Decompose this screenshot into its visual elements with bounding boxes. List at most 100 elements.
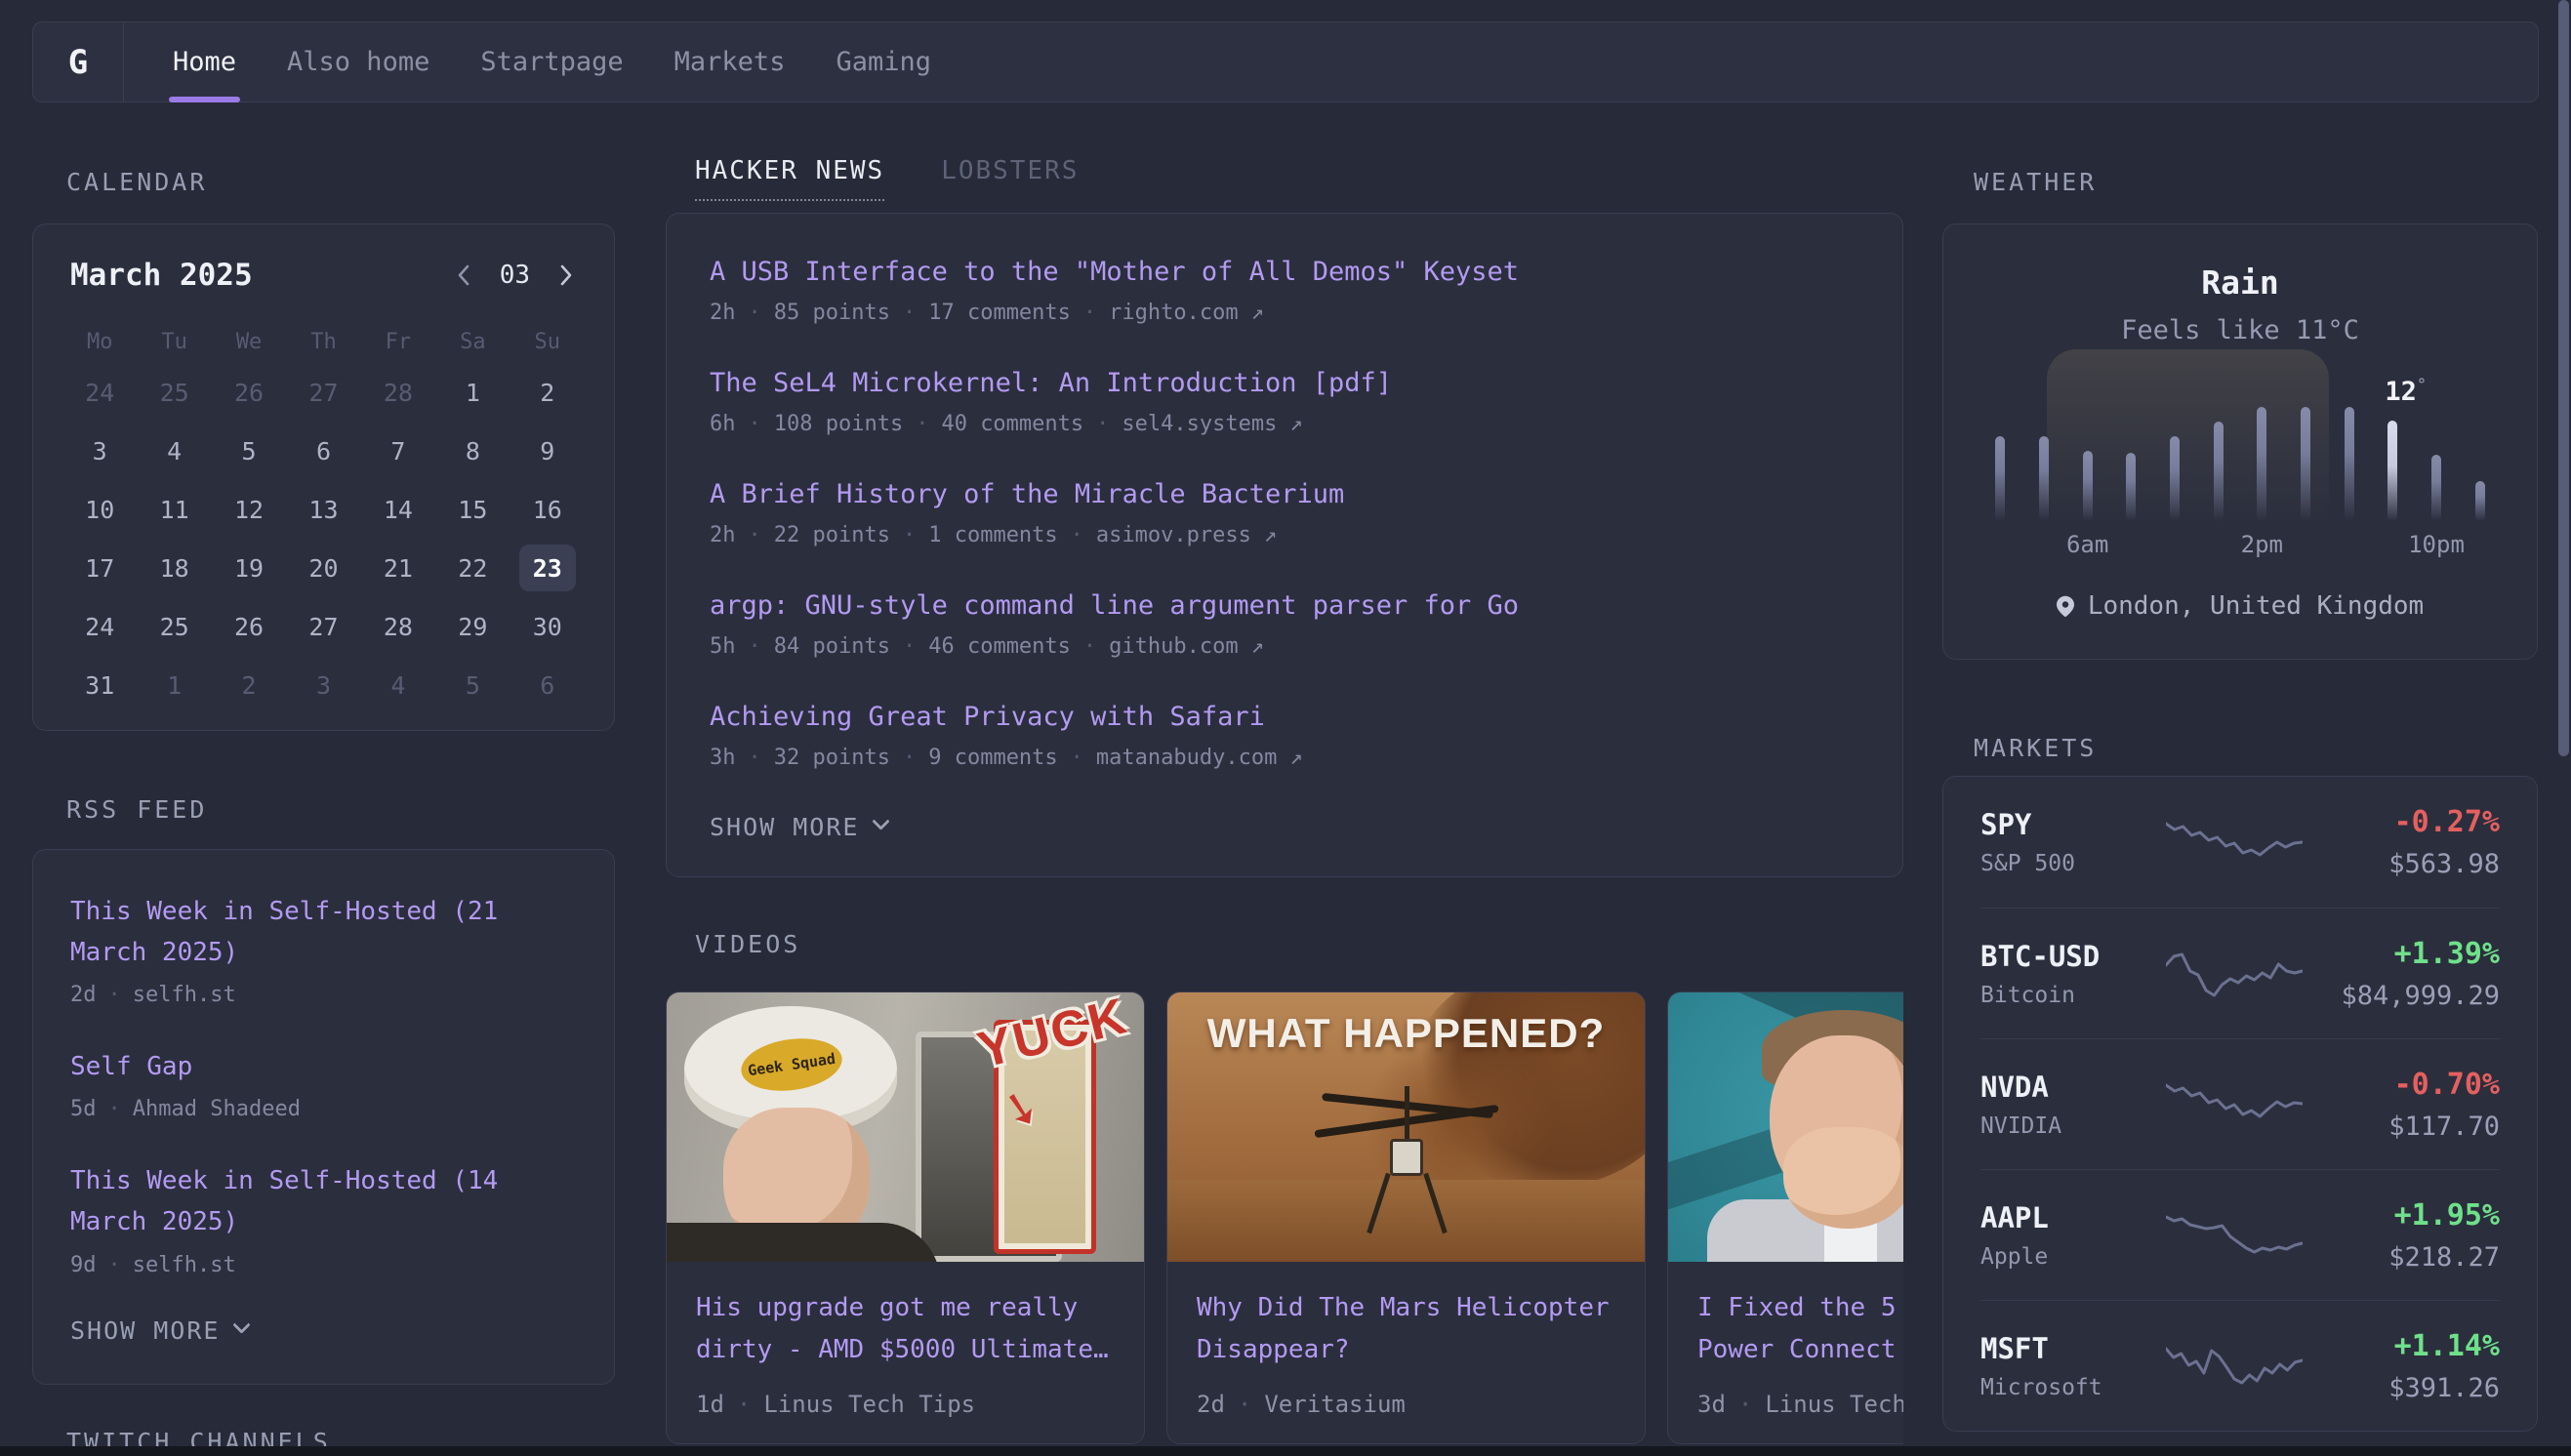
video-title-line[interactable]: Disappear? <box>1197 1329 1615 1371</box>
market-row-btc[interactable]: BTC-USD Bitcoin +1.39% $84,999.29 <box>1980 908 2500 1038</box>
calendar-day[interactable]: 4 <box>361 656 435 714</box>
calendar-day[interactable]: 21 <box>361 539 435 597</box>
video-title-line[interactable]: dirty - AMD $5000 Ultimate… <box>696 1329 1115 1371</box>
market-ticker: BTC-USD <box>1980 940 2154 973</box>
calendar-day[interactable]: 26 <box>212 597 286 656</box>
tab-lobsters[interactable]: LOBSTERS <box>941 156 1079 201</box>
news-item: The SeL4 Microkernel: An Introduction [p… <box>710 368 1859 436</box>
calendar-weekday-label: Sa <box>435 320 510 363</box>
news-item-comments[interactable]: 46 comments <box>928 634 1071 659</box>
news-item-comments[interactable]: 40 comments <box>941 412 1083 436</box>
calendar-day[interactable]: 13 <box>286 480 360 539</box>
calendar-day[interactable]: 27 <box>286 597 360 656</box>
calendar-month-number: 03 <box>500 261 530 290</box>
calendar-day[interactable]: 1 <box>435 363 510 422</box>
calendar-day[interactable]: 12 <box>212 480 286 539</box>
calendar-day[interactable]: 15 <box>435 480 510 539</box>
rss-item-title[interactable]: This Week in Self-Hosted (21 March 2025) <box>70 891 577 973</box>
calendar-day[interactable]: 14 <box>361 480 435 539</box>
calendar-day[interactable]: 17 <box>62 539 137 597</box>
calendar-weekday-label: Th <box>286 320 360 363</box>
calendar-day[interactable]: 3 <box>286 656 360 714</box>
calendar-day[interactable]: 3 <box>62 422 137 480</box>
news-item-domain[interactable]: matanabudy.com <box>1096 746 1277 770</box>
news-item-comments[interactable]: 17 comments <box>928 301 1071 325</box>
calendar-day[interactable]: 29 <box>435 597 510 656</box>
calendar-day[interactable]: 26 <box>212 363 286 422</box>
news-item-domain[interactable]: righto.com <box>1109 301 1238 325</box>
news-item-title[interactable]: Achieving Great Privacy with Safari <box>710 702 1859 732</box>
market-row-msft[interactable]: MSFT Microsoft +1.14% $391.26 <box>1980 1300 2500 1431</box>
calendar-day[interactable]: 7 <box>361 422 435 480</box>
news-item-comments[interactable]: 1 comments <box>928 523 1057 547</box>
market-name: NVIDIA <box>1980 1113 2154 1139</box>
calendar-day[interactable]: 2 <box>212 656 286 714</box>
calendar-day[interactable]: 31 <box>62 656 137 714</box>
news-show-more-button[interactable]: SHOW MORE <box>710 813 1859 841</box>
calendar-day[interactable]: 6 <box>286 422 360 480</box>
calendar-day[interactable]: 18 <box>137 539 211 597</box>
dot-separator: · <box>1096 412 1109 436</box>
rss-item-title[interactable]: Self Gap <box>70 1046 577 1087</box>
news-item-comments[interactable]: 9 comments <box>928 746 1057 770</box>
video-title-line[interactable]: Why Did The Mars Helicopter <box>1197 1287 1615 1329</box>
rss-item-title[interactable]: This Week in Self-Hosted (14 March 2025) <box>70 1160 577 1242</box>
video-thumbnail: Geek Squad YUCK ➘ <box>667 992 1144 1262</box>
calendar-day[interactable]: 4 <box>137 422 211 480</box>
calendar-day[interactable]: 11 <box>137 480 211 539</box>
tab-hacker-news[interactable]: HACKER NEWS <box>695 156 884 201</box>
calendar-day[interactable]: 20 <box>286 539 360 597</box>
news-item-title[interactable]: argp: GNU-style command line argument pa… <box>710 590 1859 621</box>
calendar-day-today[interactable]: 23 <box>510 539 585 597</box>
calendar-day[interactable]: 19 <box>212 539 286 597</box>
market-row-nvda[interactable]: NVDA NVIDIA -0.70% $117.70 <box>1980 1038 2500 1169</box>
external-link-icon: ↗ <box>1289 746 1302 770</box>
calendar-day[interactable]: 28 <box>361 597 435 656</box>
video-card[interactable]: Geek Squad YUCK ➘ His upgrade got me rea… <box>666 991 1145 1444</box>
calendar-day[interactable]: 9 <box>510 422 585 480</box>
dot-separator: · <box>903 634 916 659</box>
video-card[interactable]: DO I Fixed the 5 Power Connect 3d · <box>1667 991 1903 1444</box>
news-item-domain[interactable]: sel4.systems <box>1122 412 1277 436</box>
calendar-next-button[interactable] <box>555 263 577 288</box>
market-row-spy[interactable]: SPY S&P 500 -0.27% $563.98 <box>1980 777 2500 908</box>
calendar-day[interactable]: 28 <box>361 363 435 422</box>
calendar-day[interactable]: 24 <box>62 363 137 422</box>
video-title-line[interactable]: I Fixed the 5 <box>1697 1287 1903 1329</box>
calendar-day[interactable]: 5 <box>212 422 286 480</box>
calendar-grid: MoTuWeThFrSaSu24252627281234567891011121… <box>62 320 585 714</box>
dot-separator: · <box>749 746 761 770</box>
news-item-domain[interactable]: asimov.press <box>1096 523 1251 547</box>
calendar-day[interactable]: 16 <box>510 480 585 539</box>
video-title-line[interactable]: His upgrade got me really <box>696 1287 1115 1329</box>
dot-separator: · <box>1083 634 1096 659</box>
calendar-day[interactable]: 24 <box>62 597 137 656</box>
hacker-news-card: A USB Interface to the "Mother of All De… <box>666 213 1903 877</box>
calendar-day[interactable]: 1 <box>137 656 211 714</box>
rss-show-more-button[interactable]: SHOW MORE <box>70 1316 577 1345</box>
market-row-aapl[interactable]: AAPL Apple +1.95% $218.27 <box>1980 1169 2500 1300</box>
calendar-day[interactable]: 5 <box>435 656 510 714</box>
calendar-day[interactable]: 22 <box>435 539 510 597</box>
news-item-domain[interactable]: github.com <box>1109 634 1238 659</box>
calendar-day[interactable]: 8 <box>435 422 510 480</box>
calendar-card: March 2025 03 MoTuWeThFrSaSu242526272812… <box>32 223 615 731</box>
video-card[interactable]: WHAT HAPPENED? Why Did The Mars Helicopt… <box>1166 991 1646 1444</box>
video-title-line[interactable]: Power Connect <box>1697 1329 1903 1371</box>
page-scrollbar[interactable] <box>2558 0 2569 756</box>
calendar-day[interactable]: 10 <box>62 480 137 539</box>
calendar-day[interactable]: 6 <box>510 656 585 714</box>
dashboard-page: G Home Also home Startpage Markets Gamin… <box>0 0 2571 1456</box>
news-item-title[interactable]: A Brief History of the Miracle Bacterium <box>710 479 1859 509</box>
news-tabs: HACKER NEWS LOBSTERS <box>695 156 1903 201</box>
news-item-title[interactable]: The SeL4 Microkernel: An Introduction [p… <box>710 368 1859 398</box>
calendar-day[interactable]: 2 <box>510 363 585 422</box>
weather-tick-label: 2pm <box>2241 531 2283 558</box>
news-item-title[interactable]: A USB Interface to the "Mother of All De… <box>710 257 1859 287</box>
weather-bar <box>2431 455 2441 521</box>
calendar-day[interactable]: 30 <box>510 597 585 656</box>
calendar-day[interactable]: 25 <box>137 363 211 422</box>
calendar-day[interactable]: 27 <box>286 363 360 422</box>
calendar-prev-button[interactable] <box>453 263 474 288</box>
calendar-day[interactable]: 25 <box>137 597 211 656</box>
